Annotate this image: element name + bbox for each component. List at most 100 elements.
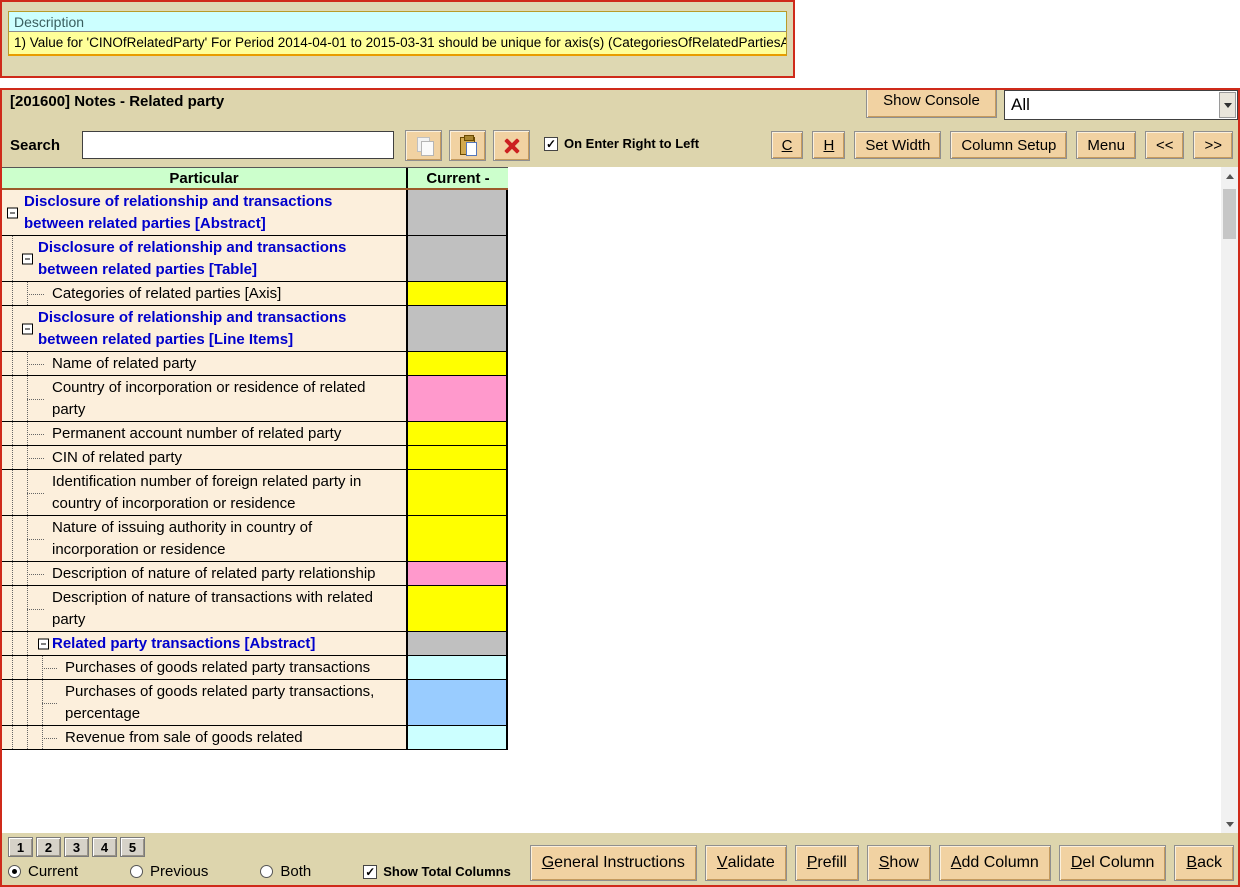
validate-button[interactable]: Validate (705, 845, 787, 881)
tree-connector-line (27, 574, 44, 575)
page-1-button[interactable]: 1 (8, 837, 33, 857)
page-2-button[interactable]: 2 (36, 837, 61, 857)
tree-guide-line (27, 632, 28, 655)
collapse-minus-icon[interactable] (7, 207, 18, 218)
tree-guide-line (12, 680, 13, 725)
collapse-minus-icon[interactable] (38, 638, 49, 649)
particular-cell: Purchases of goods related party transac… (2, 656, 408, 679)
value-cell[interactable] (408, 516, 508, 561)
collapse-minus-icon[interactable] (22, 253, 33, 264)
page-3-button[interactable]: 3 (64, 837, 89, 857)
page-5-button[interactable]: 5 (120, 837, 145, 857)
row-label[interactable]: Disclosure of relationship and transacti… (2, 190, 406, 235)
row-label[interactable]: Disclosure of relationship and transacti… (2, 236, 406, 281)
table-row: Related party transactions [Abstract] (2, 632, 508, 656)
row-label[interactable]: Related party transactions [Abstract] (2, 632, 406, 655)
row-label[interactable]: Country of incorporation or residence of… (2, 376, 406, 421)
row-label[interactable]: Description of nature of related party r… (2, 562, 406, 585)
tree-connector-line (27, 364, 44, 365)
prev-column-button[interactable]: << (1145, 131, 1185, 159)
table-row: Nature of issuing authority in country o… (2, 516, 508, 562)
paste-button[interactable] (449, 130, 486, 161)
value-cell[interactable] (408, 586, 508, 631)
both-radio[interactable]: Both (260, 863, 311, 880)
on-enter-label: On Enter Right to Left (564, 136, 699, 151)
current-radio[interactable]: Current (8, 863, 78, 880)
row-label[interactable]: Nature of issuing authority in country o… (2, 516, 406, 561)
value-cell[interactable] (408, 352, 508, 375)
table-row: Name of related party (2, 352, 508, 376)
row-label[interactable]: Name of related party (2, 352, 406, 375)
row-label[interactable]: Revenue from sale of goods related (2, 726, 406, 749)
row-label[interactable]: Disclosure of relationship and transacti… (2, 306, 406, 351)
row-label[interactable]: CIN of related party (2, 446, 406, 469)
menu-button[interactable]: Menu (1076, 131, 1136, 159)
collapse-minus-icon[interactable] (22, 323, 33, 334)
scroll-up-icon[interactable] (1221, 167, 1238, 185)
set-width-button[interactable]: Set Width (854, 131, 941, 159)
table-row: Disclosure of relationship and transacti… (2, 306, 508, 352)
dropdown-button[interactable] (1219, 92, 1236, 118)
table-row: Categories of related parties [Axis] (2, 282, 508, 306)
filter-dropdown[interactable]: All (1004, 90, 1238, 120)
on-enter-checkbox[interactable]: ✓ (544, 137, 558, 151)
previous-radio[interactable]: Previous (130, 863, 208, 880)
general-instructions-button[interactable]: General Instructions (530, 845, 697, 881)
tree-guide-line (12, 282, 13, 305)
row-label[interactable]: Categories of related parties [Axis] (2, 282, 406, 305)
tree-connector-line (42, 668, 57, 669)
value-cell[interactable] (408, 376, 508, 421)
back-button[interactable]: Back (1174, 845, 1234, 881)
value-cell[interactable] (408, 470, 508, 515)
next-column-button[interactable]: >> (1193, 131, 1233, 159)
radio-icon (8, 865, 21, 878)
row-label[interactable]: Purchases of goods related party transac… (2, 680, 406, 725)
row-label[interactable]: Purchases of goods related party transac… (2, 656, 406, 679)
value-cell[interactable] (408, 726, 508, 749)
vertical-scrollbar[interactable] (1221, 167, 1238, 833)
particular-cell: CIN of related party (2, 446, 408, 469)
row-label[interactable]: Description of nature of transactions wi… (2, 586, 406, 631)
h-button[interactable]: H (812, 131, 845, 159)
radio-label: Current (28, 863, 78, 880)
value-cell[interactable] (408, 190, 508, 235)
value-cell[interactable] (408, 632, 508, 655)
show-button[interactable]: Show (867, 845, 931, 881)
particular-cell: Categories of related parties [Axis] (2, 282, 408, 305)
value-cell[interactable] (408, 306, 508, 351)
search-input[interactable] (82, 131, 394, 159)
tree-guide-line (12, 516, 13, 561)
value-cell[interactable] (408, 446, 508, 469)
row-label[interactable]: Identification number of foreign related… (2, 470, 406, 515)
clear-button[interactable] (493, 130, 530, 161)
copy-icon (416, 137, 431, 155)
column-header-particular[interactable]: Particular (2, 168, 408, 188)
value-cell[interactable] (408, 656, 508, 679)
description-header: Description (9, 12, 786, 32)
value-cell[interactable] (408, 562, 508, 585)
prefill-button[interactable]: Prefill (795, 845, 859, 881)
copy-button[interactable] (405, 130, 442, 161)
table-row: Identification number of foreign related… (2, 470, 508, 516)
page-4-button[interactable]: 4 (92, 837, 117, 857)
add-column-button[interactable]: Add Column (939, 845, 1051, 881)
c-button[interactable]: C (771, 131, 804, 159)
column-header-current[interactable]: Current - (408, 168, 508, 188)
value-cell[interactable] (408, 236, 508, 281)
value-cell[interactable] (408, 422, 508, 445)
particular-cell: Purchases of goods related party transac… (2, 680, 408, 725)
show-total-checkbox[interactable]: ✓ (363, 865, 377, 879)
toolbar-buttons: CH Set Width Column Setup Menu << >> (771, 131, 1233, 159)
column-setup-button[interactable]: Column Setup (950, 131, 1067, 159)
show-console-button[interactable]: Show Console (866, 88, 997, 118)
value-cell[interactable] (408, 282, 508, 305)
delete-x-icon (504, 138, 519, 154)
table-row: CIN of related party (2, 446, 508, 470)
scroll-down-icon[interactable] (1221, 815, 1238, 833)
scrollbar-thumb[interactable] (1223, 189, 1236, 239)
value-cell[interactable] (408, 680, 508, 725)
row-label[interactable]: Permanent account number of related part… (2, 422, 406, 445)
del-column-button[interactable]: Del Column (1059, 845, 1167, 881)
tree-connector-line (27, 493, 44, 494)
tree-connector-line (42, 738, 57, 739)
